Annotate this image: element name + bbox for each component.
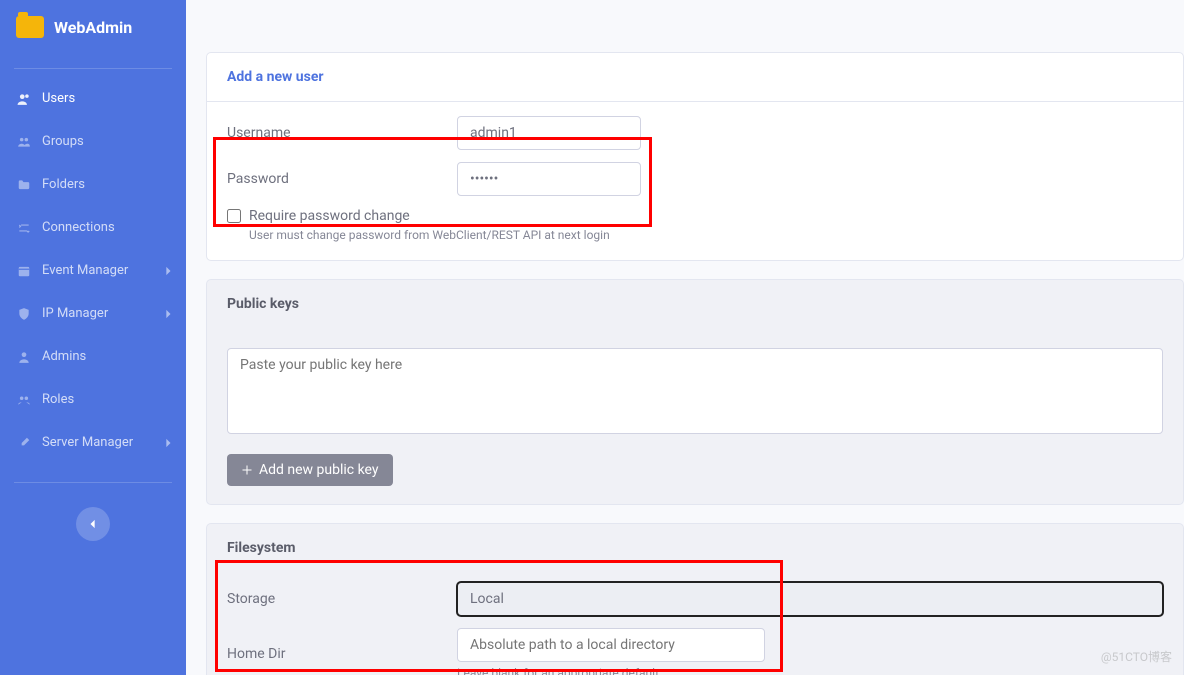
username-row: Username: [227, 116, 1163, 150]
homedir-help: Leave blank for an appropriate default: [457, 666, 765, 675]
require-password-change-label: Require password change: [249, 208, 410, 224]
brand[interactable]: WebAdmin: [0, 0, 186, 60]
storage-select[interactable]: Local: [457, 582, 1163, 616]
require-password-change-row: Require password change User must change…: [227, 208, 1163, 242]
connections-icon: [14, 221, 34, 235]
chevron-right-icon: [164, 438, 172, 448]
sidebar-item-roles[interactable]: Roles: [0, 378, 186, 421]
public-keys-panel: Public keys Add new public key: [206, 279, 1184, 505]
storage-label: Storage: [227, 591, 437, 607]
folder-icon: [14, 178, 34, 192]
sidebar-collapse-button[interactable]: [76, 507, 110, 541]
sidebar-item-label: Event Manager: [42, 263, 128, 278]
sidebar-item-connections[interactable]: Connections: [0, 206, 186, 249]
admin-icon: [14, 350, 34, 364]
roles-icon: [14, 393, 34, 407]
sidebar-item-groups[interactable]: Groups: [0, 120, 186, 163]
add-user-card: Add a new user Username Password: [206, 52, 1184, 261]
sidebar-item-users[interactable]: Users: [0, 77, 186, 120]
sidebar: WebAdmin Users Groups Folders: [0, 0, 186, 675]
homedir-label: Home Dir: [227, 646, 437, 662]
username-input[interactable]: [457, 116, 641, 150]
sidebar-item-label: Groups: [42, 134, 84, 149]
plus-icon: [241, 464, 253, 476]
password-row: Password: [227, 162, 1163, 196]
chevron-right-icon: [164, 309, 172, 319]
homedir-input[interactable]: [457, 628, 765, 662]
username-label: Username: [227, 125, 437, 141]
sidebar-item-label: Users: [42, 91, 75, 106]
calendar-icon: [14, 264, 34, 278]
sidebar-item-admins[interactable]: Admins: [0, 335, 186, 378]
sidebar-item-label: IP Manager: [42, 306, 108, 321]
sidebar-item-label: Roles: [42, 392, 74, 407]
password-input[interactable]: [457, 162, 641, 196]
groups-icon: [14, 135, 34, 149]
public-key-textarea[interactable]: [227, 348, 1163, 434]
sidebar-item-label: Connections: [42, 220, 115, 235]
logo-icon: [16, 16, 44, 38]
public-keys-header: Public keys: [207, 280, 1183, 328]
sidebar-item-ip-manager[interactable]: IP Manager: [0, 292, 186, 335]
require-password-change-help: User must change password from WebClient…: [249, 228, 1163, 242]
chevron-right-icon: [164, 266, 172, 276]
sidebar-item-label: Admins: [42, 349, 86, 364]
tools-icon: [14, 436, 34, 450]
sidebar-item-label: Server Manager: [42, 435, 133, 450]
sidebar-item-folders[interactable]: Folders: [0, 163, 186, 206]
filesystem-panel: Filesystem Storage Local Home Dir Leave …: [206, 523, 1184, 675]
sidebar-item-event-manager[interactable]: Event Manager: [0, 249, 186, 292]
divider: [14, 482, 172, 483]
main-content: Add a new user Username Password: [186, 0, 1184, 675]
sidebar-nav: Users Groups Folders Connections: [0, 77, 186, 474]
storage-row: Storage Local: [227, 582, 1163, 616]
chevron-left-icon: [88, 519, 98, 529]
add-public-key-label: Add new public key: [259, 462, 379, 478]
users-icon: [14, 92, 34, 106]
divider: [14, 68, 172, 69]
sidebar-item-label: Folders: [42, 177, 85, 192]
homedir-row: Home Dir Leave blank for an appropriate …: [227, 628, 1163, 675]
watermark: @51CTO博客: [1101, 648, 1172, 665]
require-password-change[interactable]: Require password change: [227, 208, 1163, 224]
brand-title: WebAdmin: [54, 18, 132, 37]
sidebar-item-server-manager[interactable]: Server Manager: [0, 421, 186, 464]
shield-icon: [14, 307, 34, 321]
password-label: Password: [227, 171, 437, 187]
require-password-change-checkbox[interactable]: [227, 209, 241, 223]
add-public-key-button[interactable]: Add new public key: [227, 454, 393, 486]
filesystem-header: Filesystem: [207, 524, 1183, 572]
page-title: Add a new user: [207, 53, 1183, 102]
